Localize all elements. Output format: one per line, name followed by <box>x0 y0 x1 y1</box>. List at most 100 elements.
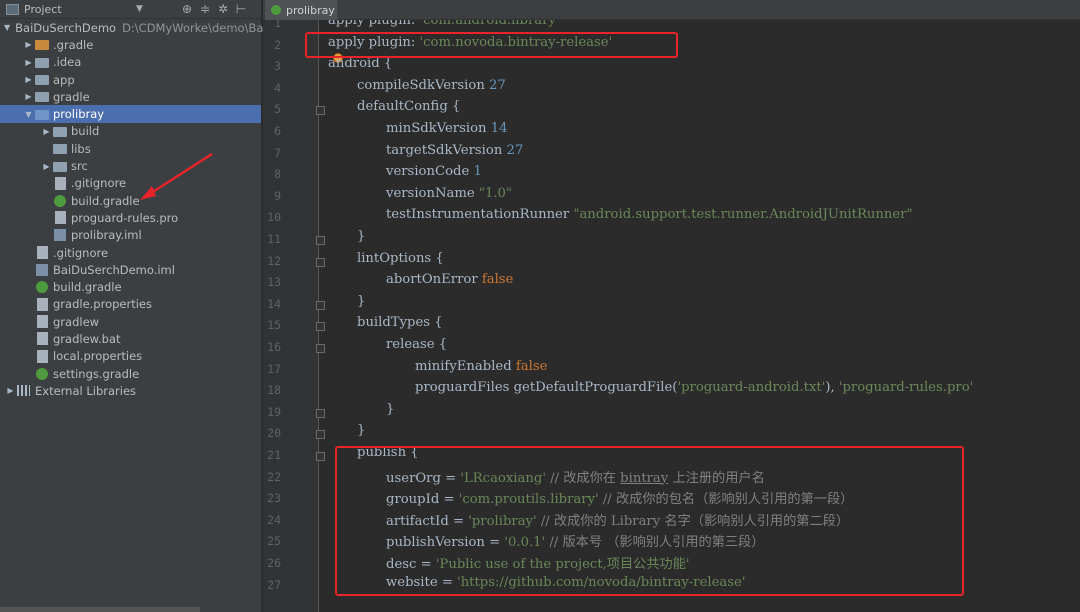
code-token: defaultConfig { <box>357 99 461 115</box>
code-line[interactable]: minifyEnabled false <box>415 359 547 374</box>
tree-item[interactable]: ▶ app <box>0 71 261 88</box>
tree-item[interactable]: ▶ gradle <box>0 88 261 105</box>
fold-close-icon[interactable] <box>316 236 325 245</box>
line-number: 13 <box>267 275 281 290</box>
code-token: ), <box>825 380 839 396</box>
line-number: 9 <box>274 188 281 203</box>
tree-item-label: prolibray <box>53 107 105 122</box>
gear-icon[interactable]: ✲ <box>214 2 232 16</box>
tree-item[interactable]: ▼ BaiDuSerchDemo D:\CDMyWorke\demo\Bai <box>0 19 267 36</box>
chevron-down-icon[interactable]: ▼ <box>136 4 178 14</box>
line-number: 8 <box>274 167 281 182</box>
collapsed-arrow-icon[interactable]: ▶ <box>22 40 35 49</box>
code-line[interactable]: apply plugin: 'com.android.library' <box>328 20 560 28</box>
publish-block-highlight <box>335 446 964 596</box>
code-line[interactable]: } <box>357 423 365 438</box>
sync-icon[interactable]: ⊕ <box>178 2 196 16</box>
tree-item[interactable]: BaiDuSerchDemo.iml <box>0 261 261 278</box>
fold-open-icon[interactable] <box>316 257 325 267</box>
code-line[interactable]: targetSdkVersion 27 <box>386 143 523 158</box>
folder-icon <box>35 75 49 86</box>
expanded-arrow-icon[interactable]: ▼ <box>22 110 35 119</box>
code-line[interactable]: testInstrumentationRunner "android.suppo… <box>386 207 913 222</box>
file-icon <box>37 349 48 363</box>
tree-item-label: External Libraries <box>35 383 137 398</box>
tree-item[interactable]: ▶ External Libraries <box>0 382 261 399</box>
tree-item[interactable]: .gitignore <box>0 244 261 261</box>
collapsed-arrow-icon[interactable]: ▶ <box>22 92 35 101</box>
tree-item-label: build.gradle <box>53 280 122 295</box>
file-icon <box>37 315 48 329</box>
tree-item[interactable]: ▶ build <box>0 123 261 140</box>
tree-item[interactable]: settings.gradle <box>0 365 261 382</box>
tree-item[interactable]: ▶ src <box>0 157 261 174</box>
tree-item[interactable]: libs <box>0 140 261 157</box>
tree-item[interactable]: gradle.properties <box>0 296 261 313</box>
code-editor[interactable]: 1 2 3 4 5 6 7 8 9 10 11 12 13 14 15 16 17 18 19 20 21 22 23 24 2… <box>263 20 1080 612</box>
tree-item[interactable]: prolibray.iml <box>0 227 261 244</box>
tree-item-label: gradle <box>53 89 90 104</box>
fold-open-icon[interactable] <box>316 452 325 461</box>
code-line[interactable]: abortOnError false <box>386 272 513 287</box>
code-line[interactable]: } <box>357 294 365 309</box>
collapsed-arrow-icon[interactable]: ▶ <box>4 386 17 395</box>
collapsed-arrow-icon[interactable]: ▶ <box>22 75 35 84</box>
fold-close-icon[interactable] <box>316 300 325 310</box>
code-token: } <box>386 401 395 417</box>
tree-item[interactable]: proguard-rules.pro <box>0 209 261 226</box>
code-line[interactable]: versionName "1.0" <box>386 186 512 201</box>
code-line[interactable]: defaultConfig { <box>357 99 460 114</box>
tree-item[interactable]: gradlew.bat <box>0 330 261 347</box>
project-panel: Project ▼ ⊕ ≑ ✲ ⊢ ▼ BaiDuSerchDemo D:\CDMy… <box>0 0 267 612</box>
tab-prolibray[interactable]: prolibray <box>265 0 337 20</box>
code-line[interactable]: } <box>357 229 365 244</box>
code-line[interactable]: android { <box>328 56 392 71</box>
tree-item[interactable]: .gitignore <box>0 175 261 192</box>
fold-open-icon[interactable] <box>316 106 325 116</box>
line-number: 17 <box>267 361 281 376</box>
project-view-title[interactable]: Project <box>24 3 136 16</box>
collapse-icon[interactable]: ≑ <box>196 2 214 16</box>
horizontal-scrollbar[interactable] <box>0 607 200 612</box>
hide-icon[interactable]: ⊢ <box>232 2 250 16</box>
fold-open-icon[interactable] <box>316 322 325 332</box>
tree-item[interactable]: gradlew <box>0 313 261 330</box>
project-path: D:\CDMyWorke\demo\Bai <box>122 20 267 35</box>
tree-item[interactable]: ▶ .idea <box>0 54 261 71</box>
tree-item[interactable]: local.properties <box>0 348 261 365</box>
code-line[interactable]: proguardFiles getDefaultProguardFile('pr… <box>415 380 973 395</box>
fold-close-icon[interactable] <box>316 430 325 440</box>
line-number: 12 <box>267 253 281 268</box>
tree-item-label: build.gradle <box>71 193 140 208</box>
code-token: 'com.android.library' <box>419 20 560 28</box>
code-line[interactable]: lintOptions { <box>357 251 444 266</box>
fold-close-icon[interactable] <box>316 408 325 418</box>
tree-item[interactable]: build.gradle <box>0 192 261 209</box>
code-line[interactable]: minSdkVersion 14 <box>386 121 508 136</box>
project-icon <box>6 3 19 15</box>
tree-item-label: .idea <box>53 55 82 70</box>
folder-icon <box>35 92 49 103</box>
code-line[interactable]: buildTypes { <box>357 315 443 330</box>
collapsed-arrow-icon[interactable]: ▶ <box>40 127 53 136</box>
fold-open-icon[interactable] <box>316 344 325 353</box>
code-token: 'proguard-rules.pro' <box>838 380 974 396</box>
expanded-arrow-icon[interactable]: ▼ <box>4 23 10 32</box>
collapsed-arrow-icon[interactable]: ▶ <box>40 162 53 171</box>
editor-tab-bar: prolibray <box>263 0 1080 20</box>
tree-item[interactable]: build.gradle <box>0 278 261 295</box>
line-number: 16 <box>267 340 281 354</box>
tree-item-label: .gitignore <box>53 245 109 260</box>
code-token: 'proguard-android.txt' <box>677 380 826 396</box>
project-panel-header: Project ▼ ⊕ ≑ ✲ ⊢ <box>0 0 261 19</box>
collapsed-arrow-icon[interactable]: ▶ <box>22 58 35 67</box>
tree-item[interactable]: ▶ .gradle <box>0 36 261 53</box>
code-token: false <box>481 272 514 288</box>
code-line[interactable]: } <box>386 402 394 417</box>
code-token: 1 <box>473 164 482 180</box>
tree-item-label: BaiDuSerchDemo <box>15 20 117 35</box>
tree-item[interactable]: ▼ prolibray <box>0 105 261 123</box>
code-line[interactable]: versionCode 1 <box>386 164 482 179</box>
code-line[interactable]: compileSdkVersion 27 <box>357 78 506 93</box>
code-line[interactable]: release { <box>386 337 447 352</box>
